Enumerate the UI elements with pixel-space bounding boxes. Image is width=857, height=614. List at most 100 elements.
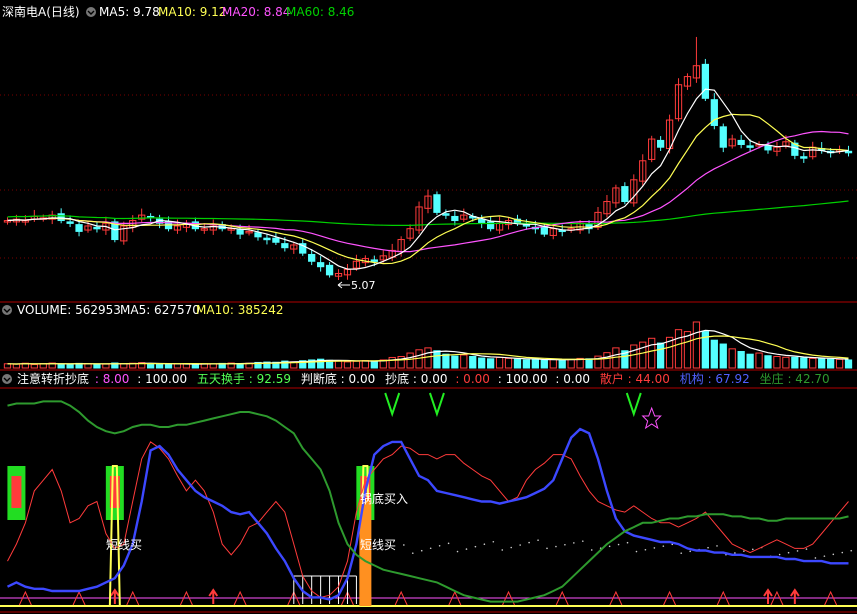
volume-bar [451, 355, 459, 369]
dot-trail [411, 552, 414, 554]
dot-trail [850, 549, 853, 552]
collapse-icon[interactable] [86, 7, 96, 17]
short-buy-label-1: 短线买 [106, 538, 142, 552]
stock-chart: 深南电A(日线) MA5: 9.78 MA10: 9.12 MA20: 8.84… [0, 0, 857, 614]
volume-bar [469, 356, 477, 369]
dot-trail [662, 545, 665, 547]
dot-trail [528, 541, 530, 544]
candle [308, 253, 316, 262]
volume-bar [746, 353, 754, 369]
dot-trail [438, 545, 441, 547]
short-buy-label-2: 短线买 [360, 538, 396, 552]
volume-bar [818, 358, 826, 369]
dot-trail [734, 552, 736, 554]
candle [93, 226, 101, 230]
dot-trail [447, 542, 450, 545]
candle [236, 229, 244, 235]
volume-label: VOLUME: 562953 [17, 303, 121, 317]
dot-trail [608, 545, 611, 548]
volume-bar [66, 363, 74, 369]
volume-bar [487, 358, 495, 369]
volume-bar [800, 357, 808, 369]
candle [66, 221, 74, 224]
volume-bar [478, 357, 486, 369]
ma10-label: MA10: 9.12 [158, 5, 226, 19]
collapse-icon[interactable] [2, 305, 12, 315]
candle [800, 156, 808, 159]
candle [844, 150, 853, 154]
dot-trail [635, 550, 638, 553]
dot-trail [832, 553, 835, 556]
volume-bar [147, 363, 155, 369]
dot-trail [492, 540, 495, 543]
dot-trail [465, 548, 468, 550]
candle [325, 264, 334, 276]
volume-bar [737, 351, 745, 369]
ma60-label: MA60: 8.46 [286, 5, 354, 19]
vol-ma5-label: MA5: 627570 [120, 303, 200, 317]
dot-trail [796, 550, 799, 552]
candle [370, 259, 378, 262]
candle [657, 139, 665, 148]
dot-trail [429, 547, 432, 550]
candle [621, 186, 629, 203]
signal-box-core [11, 476, 22, 508]
volume-bar [844, 359, 853, 369]
volume-bar [370, 360, 378, 369]
volume-bar [764, 355, 772, 369]
volume-bar [710, 339, 718, 369]
dot-trail [707, 546, 709, 549]
volume-bar [93, 363, 101, 369]
volume-bar [791, 356, 799, 369]
candle [746, 145, 754, 148]
volume-bar [442, 353, 450, 369]
dot-trail [420, 549, 423, 552]
stock-title: 深南电A(日线) [2, 4, 80, 19]
vol-ma10-label: MA10: 385242 [196, 303, 284, 317]
dot-trail [581, 540, 584, 542]
kline-header: 深南电A(日线) MA5: 9.78 MA10: 9.12 MA20: 8.84… [2, 4, 354, 19]
volume-bar [585, 358, 593, 369]
dot-trail [573, 542, 575, 544]
dot-trail [778, 553, 781, 556]
dot-trail [653, 547, 656, 549]
candle [272, 237, 280, 243]
volume-bar [558, 359, 566, 369]
dot-trail [644, 548, 647, 551]
dot-trail [590, 549, 593, 551]
dot-trail [537, 539, 539, 541]
volume-bar [191, 363, 200, 369]
dot-trail [546, 547, 548, 550]
candle [75, 224, 83, 232]
dot-trail [564, 543, 566, 546]
candle [737, 139, 745, 145]
candle [719, 126, 727, 148]
candle [254, 232, 262, 238]
volume-bar [513, 358, 522, 369]
volume-bar [540, 359, 548, 369]
candle [764, 145, 772, 151]
dot-trail [743, 550, 745, 552]
dot-trail [689, 550, 691, 553]
volume-bar [657, 342, 665, 369]
dot-trail [510, 546, 513, 549]
dot-trail [456, 550, 459, 553]
candle [442, 213, 450, 216]
volume-bar [433, 350, 441, 369]
candle [478, 218, 486, 224]
dot-trail [403, 544, 405, 546]
dot-trail [501, 549, 504, 551]
dot-trail [474, 545, 477, 548]
candle [57, 213, 65, 222]
volume-bar [531, 359, 539, 369]
dot-trail [805, 548, 808, 550]
dot-trail [823, 555, 826, 557]
pan-buy-label: 锅底买入 [360, 491, 408, 506]
volume-bar [155, 363, 164, 369]
dot-trail [787, 551, 790, 554]
candle [281, 243, 289, 249]
volume-bar [164, 363, 173, 369]
candle [263, 237, 271, 241]
dot-trail [555, 545, 557, 548]
collapse-icon[interactable] [2, 374, 12, 384]
